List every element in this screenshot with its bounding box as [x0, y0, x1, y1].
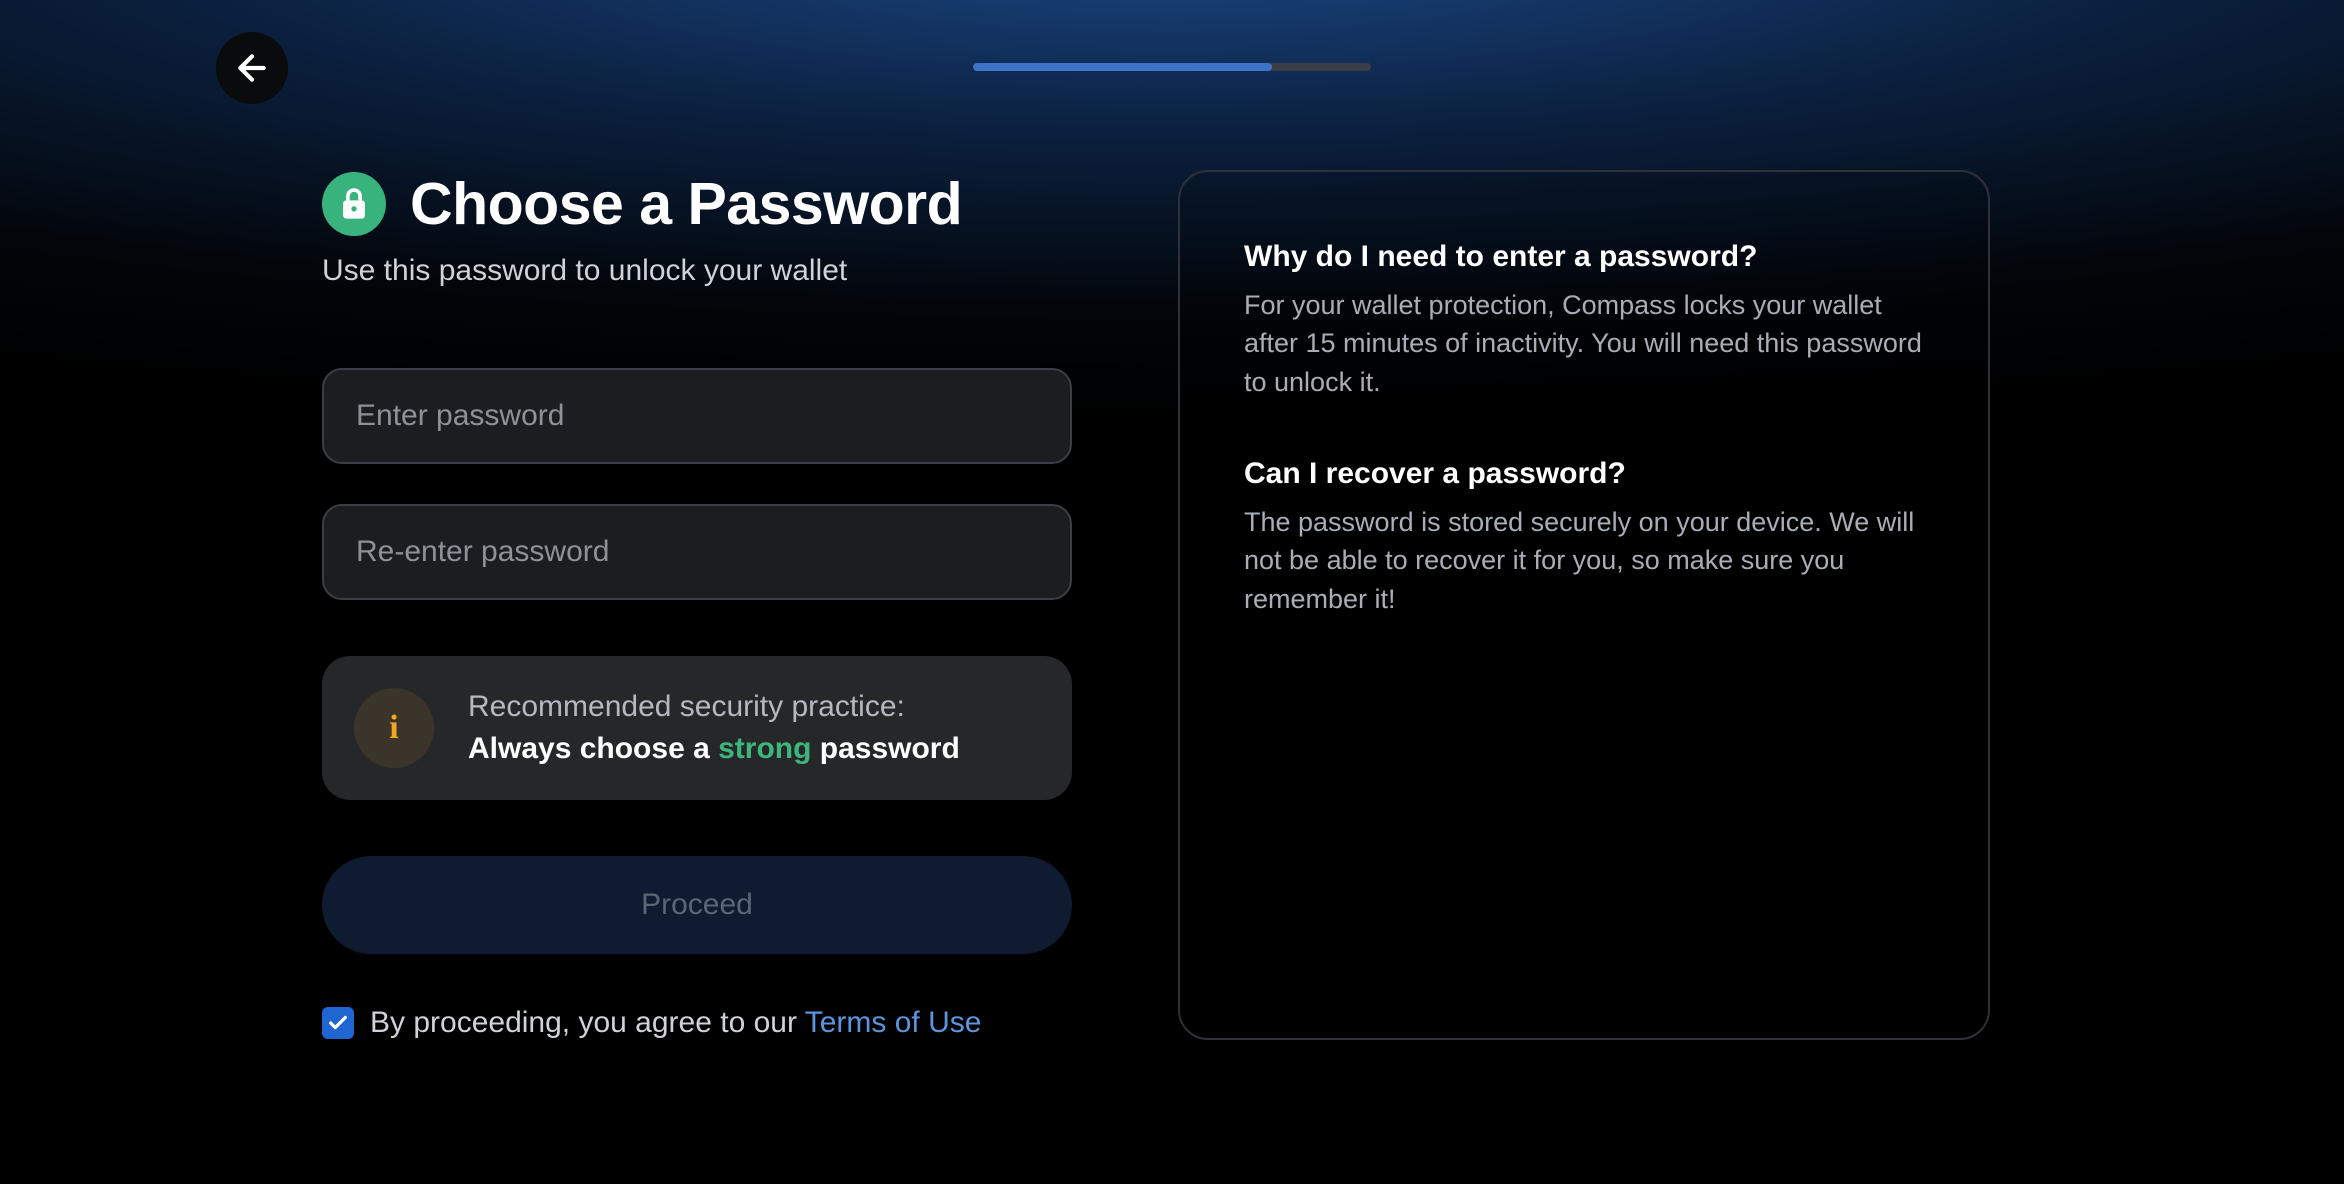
- faq-answer: The password is stored securely on your …: [1244, 503, 1924, 618]
- arrow-left-icon: [232, 48, 272, 88]
- terms-checkbox[interactable]: [322, 1007, 354, 1039]
- terms-text: By proceeding, you agree to our Terms of…: [370, 1006, 981, 1040]
- tip-lead: Recommended security practice:: [468, 686, 960, 728]
- lock-icon: [322, 172, 386, 236]
- check-icon: [327, 1012, 349, 1034]
- tip-main: Always choose a strong password: [468, 728, 960, 770]
- proceed-button[interactable]: Proceed: [322, 856, 1072, 954]
- security-tip: i Recommended security practice: Always …: [322, 656, 1072, 800]
- page-subtitle: Use this password to unlock your wallet: [322, 254, 1072, 288]
- terms-link[interactable]: Terms of Use: [805, 1006, 982, 1039]
- progress-fill: [973, 63, 1272, 71]
- faq-question: Why do I need to enter a password?: [1244, 240, 1924, 274]
- password-input[interactable]: [322, 368, 1072, 464]
- back-button[interactable]: [216, 32, 288, 104]
- info-icon: i: [354, 688, 434, 768]
- confirm-password-input[interactable]: [322, 504, 1072, 600]
- page-title: Choose a Password: [410, 170, 962, 238]
- faq-question: Can I recover a password?: [1244, 457, 1924, 491]
- faq-panel: Why do I need to enter a password? For y…: [1178, 170, 1990, 1040]
- faq-answer: For your wallet protection, Compass lock…: [1244, 286, 1924, 401]
- progress-bar: [973, 63, 1371, 71]
